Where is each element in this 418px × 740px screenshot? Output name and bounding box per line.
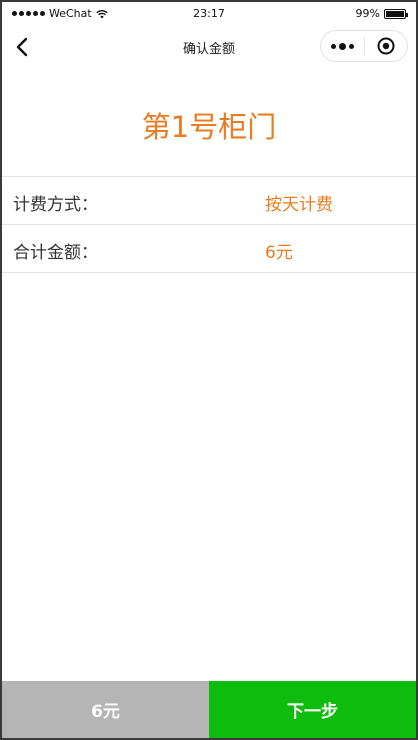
total-amount-value: 6元 [265, 243, 293, 263]
status-right: 99% [355, 7, 408, 20]
billing-method-value: 按天计费 [265, 195, 333, 215]
door-title: 第1号柜门 [141, 110, 277, 144]
total-amount-row: 合计金额： 6元 [2, 225, 416, 273]
info-list: 计费方式： 按天计费 合计金额： 6元 [2, 176, 416, 273]
total-amount-label: 合计金额： [13, 243, 98, 263]
nav-bar: 确认金额 [2, 26, 416, 68]
next-step-button[interactable]: 下一步 [209, 681, 416, 738]
close-miniprogram-button[interactable] [365, 31, 408, 61]
bottom-price: 6元 [2, 681, 209, 738]
more-button[interactable] [321, 31, 364, 61]
capsule-menu [320, 30, 408, 62]
more-dots-icon [330, 42, 354, 50]
battery-fill [386, 10, 404, 17]
billing-method-row: 计费方式： 按天计费 [2, 177, 416, 225]
bottom-bar: 6元 下一步 [2, 681, 416, 738]
billing-method-label: 计费方式： [13, 195, 98, 215]
battery-percent: 99% [355, 7, 380, 20]
battery-icon [384, 8, 408, 19]
status-bar: WeChat 23:17 99% [2, 2, 416, 26]
phone-frame: WeChat 23:17 99% 确认金额 第1号柜门 计费方式： 按天计费 合… [0, 0, 418, 740]
status-time: 23:17 [193, 7, 225, 20]
target-close-icon [377, 37, 395, 55]
